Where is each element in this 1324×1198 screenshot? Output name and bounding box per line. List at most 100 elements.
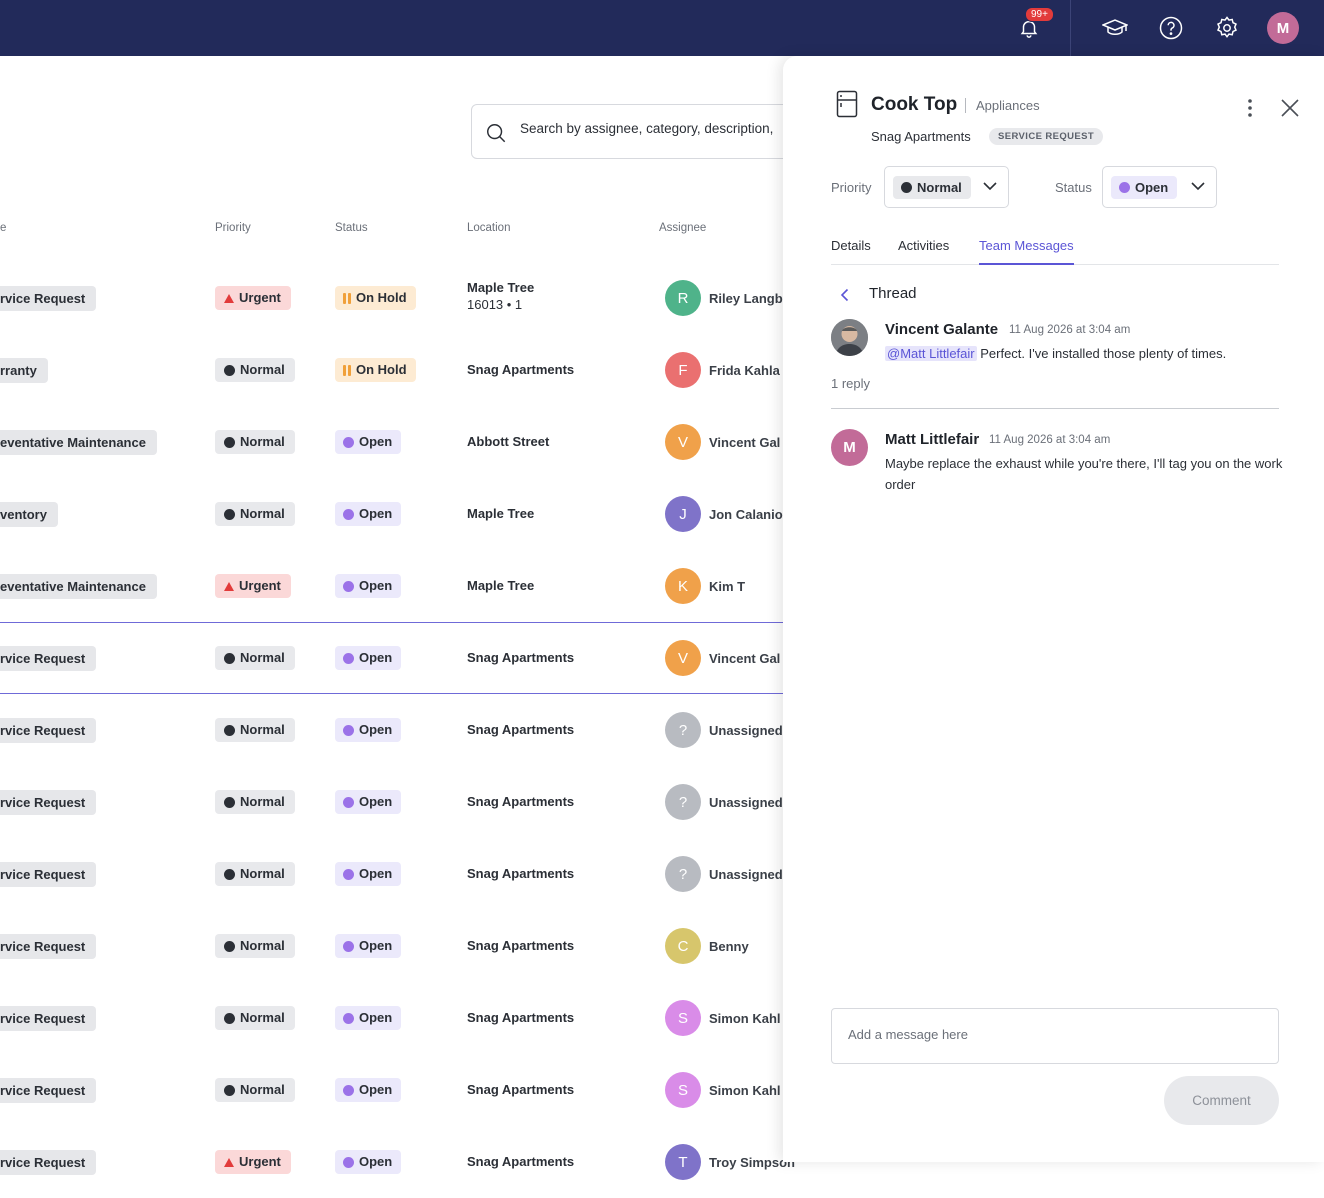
panel-category: Appliances <box>976 98 1040 113</box>
table-row[interactable]: rvice Request Normal Open Snag Apartments S S… <box>0 982 790 1054</box>
tab-activities[interactable]: Activities <box>898 238 949 265</box>
status-text: Open <box>359 506 393 521</box>
message-text: @Matt Littlefair Perfect. I've installed… <box>885 343 1285 364</box>
table-row[interactable]: rvice Request Normal Open Snag Apartments? U… <box>0 838 790 910</box>
normal-dot <box>224 868 235 880</box>
column-header-assignee[interactable]: Assignee <box>659 222 706 234</box>
column-header-location[interactable]: Location <box>467 222 510 234</box>
status-pill: Open <box>335 1150 402 1174</box>
graduation-cap-icon[interactable] <box>1099 12 1131 44</box>
status-text: On Hold <box>356 362 407 377</box>
tab-team-messages[interactable]: Team Messages <box>979 238 1074 265</box>
comment-button[interactable]: Comment <box>1164 1076 1279 1125</box>
table-row[interactable]: rvice Request Normal Open Snag Apartments? U… <box>0 766 790 838</box>
chevron-left-icon[interactable] <box>840 288 849 302</box>
type-pill: rvice Request <box>0 862 97 887</box>
priority-pill: Normal <box>215 790 295 814</box>
assignee-name: Kim T <box>709 579 746 594</box>
assignee-avatar: S <box>665 1000 701 1036</box>
message-time: 11 Aug 2026 at 3:04 am <box>989 434 1111 446</box>
message-author: Vincent Galante <box>885 321 999 338</box>
table-row[interactable]: rvice Request Normal Open Snag Apartments? U… <box>0 694 790 766</box>
column-header-status[interactable]: Status <box>335 222 368 234</box>
location-name: Maple Tree <box>467 280 535 295</box>
urgent-icon <box>224 1157 234 1167</box>
status-pill: Open <box>335 574 402 598</box>
search-icon <box>487 124 506 143</box>
status-pill: Open <box>335 718 402 742</box>
type-tag: SERVICE REQUEST <box>989 128 1104 145</box>
reply-count[interactable]: 1 reply <box>831 376 870 391</box>
assignee-name: Simon Kahl <box>709 1011 781 1026</box>
location-name: Abbott Street <box>467 434 550 449</box>
topbar-divider <box>1070 0 1071 56</box>
table-row[interactable]: rvice Request Urgent Open Snag Apartments T T… <box>0 1126 795 1198</box>
user-avatar[interactable]: M <box>1267 12 1299 44</box>
normal-dot <box>224 364 235 376</box>
urgent-icon <box>224 293 234 303</box>
location-name: Maple Tree <box>467 578 535 593</box>
more-options-icon[interactable] <box>1247 98 1253 118</box>
location-name: Snag Apartments <box>467 362 575 377</box>
open-dot <box>343 436 354 448</box>
status-text: Open <box>359 1082 393 1097</box>
open-dot <box>343 652 354 664</box>
urgent-icon <box>224 581 234 591</box>
priority-pill: Normal <box>215 934 295 958</box>
message-body: Perfect. I've installed those plenty of … <box>976 346 1227 361</box>
mention-link[interactable]: @Matt Littlefair <box>885 346 977 361</box>
priority-text: Normal <box>240 866 285 881</box>
table-row[interactable]: rvice Request Normal Open Snag Apartments V V… <box>0 622 790 694</box>
type-pill: rvice Request <box>0 934 97 959</box>
priority-pill: Urgent <box>215 286 291 310</box>
tab-details[interactable]: Details <box>831 238 871 265</box>
close-icon[interactable] <box>1281 99 1299 117</box>
table-row[interactable]: eventative Maintenance Normal Open Abbott S… <box>0 406 790 478</box>
status-select[interactable]: Open <box>1102 166 1217 208</box>
settings-gear-icon[interactable] <box>1211 12 1243 44</box>
location-name: Snag Apartments <box>467 650 575 665</box>
priority-pill: Normal <box>215 718 295 742</box>
normal-dot <box>224 1012 235 1024</box>
status-text: Open <box>359 938 393 953</box>
priority-select[interactable]: Normal <box>884 166 1009 208</box>
priority-value: Normal <box>917 180 962 195</box>
location-cell: Maple Tree 16013 • 1 <box>467 279 534 313</box>
help-icon[interactable] <box>1155 12 1187 44</box>
assignee-avatar: ? <box>665 784 701 820</box>
message-input[interactable] <box>848 1027 1258 1042</box>
assignee-name: Unassigned <box>709 723 783 738</box>
table-row[interactable]: rvice Request Urgent On Hold Maple Tree 1601… <box>0 262 790 334</box>
column-header-priority[interactable]: Priority <box>215 222 251 234</box>
table-row[interactable]: eventative Maintenance Urgent Open Maple Tr… <box>0 550 790 622</box>
open-dot <box>343 724 354 736</box>
location-name: Snag Apartments <box>467 1010 575 1025</box>
panel-site: Snag Apartments <box>871 129 971 144</box>
normal-dot <box>224 436 235 448</box>
title-separator <box>965 98 966 113</box>
table-row[interactable]: rranty Normal On Hold Snag Apartments F Frida… <box>0 334 790 406</box>
priority-text: Normal <box>240 938 285 953</box>
normal-dot <box>224 652 235 664</box>
chevron-down-icon <box>1191 182 1205 191</box>
open-dot <box>343 1084 354 1096</box>
top-navigation-bar: 99+ M <box>0 0 1324 56</box>
location-name: Snag Apartments <box>467 866 575 881</box>
open-dot <box>343 1012 354 1024</box>
priority-text: Normal <box>240 650 285 665</box>
status-value: Open <box>1135 180 1169 195</box>
status-pill: On Hold <box>335 358 416 382</box>
assignee-avatar: ? <box>665 712 701 748</box>
priority-text: Urgent <box>239 290 281 305</box>
priority-pill: Normal <box>893 176 971 199</box>
message-input-box[interactable] <box>831 1008 1279 1064</box>
normal-dot <box>224 508 235 520</box>
table-row[interactable]: ventory Normal Open Maple Tree J Jon Calanio <box>0 478 790 550</box>
message-author: Matt Littlefair <box>885 431 980 448</box>
vincent-galante-avatar <box>831 319 868 356</box>
table-row[interactable]: rvice Request Normal Open Snag Apartments C B… <box>0 910 790 982</box>
status-pill: On Hold <box>335 286 416 310</box>
table-row[interactable]: rvice Request Normal Open Snag Apartments S S… <box>0 1054 790 1126</box>
priority-pill: Normal <box>215 862 295 886</box>
location-name: Snag Apartments <box>467 1082 575 1097</box>
